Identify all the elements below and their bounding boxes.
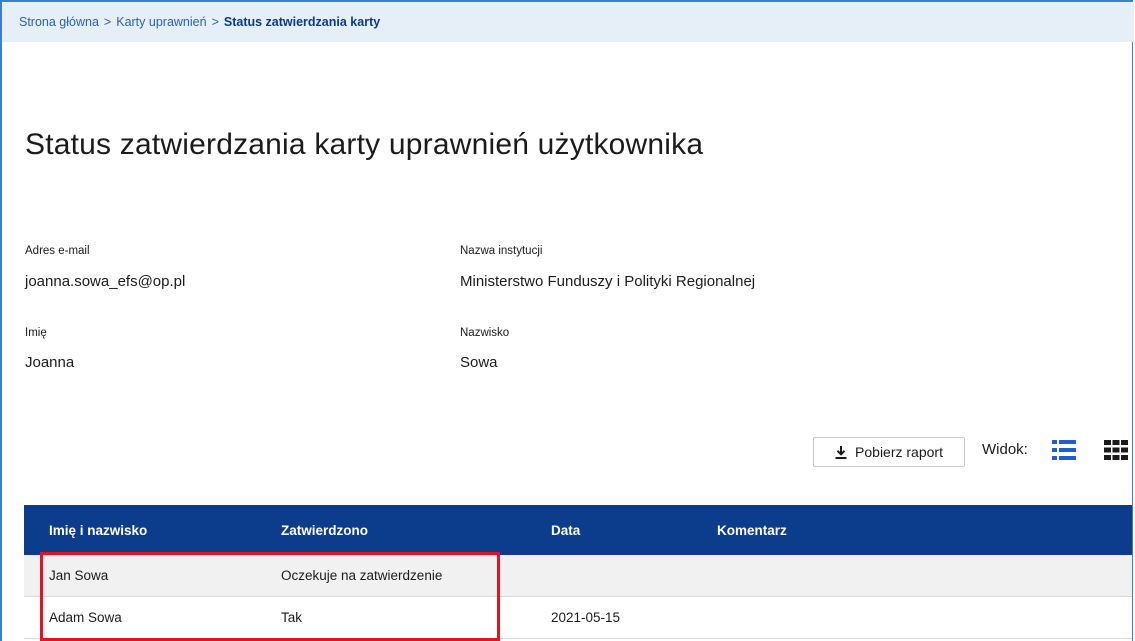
breadcrumb-separator: > <box>211 15 219 29</box>
breadcrumb-home-link[interactable]: Strona główna <box>19 15 99 29</box>
breadcrumb-separator: > <box>103 15 112 29</box>
institution-label: Nazwa instytucji <box>460 245 543 257</box>
email-label: Adres e-mail <box>25 245 90 257</box>
cell-name: Adam Sowa <box>24 596 281 639</box>
cell-comment <box>717 596 1132 639</box>
download-report-label: Pobierz raport <box>855 444 943 460</box>
column-header-approved[interactable]: Zatwierdzono <box>281 505 551 555</box>
breadcrumb-cards-link[interactable]: Karty uprawnień <box>116 15 206 29</box>
column-header-date[interactable]: Data <box>551 505 717 555</box>
institution-value: Ministerstwo Funduszy i Polityki Regiona… <box>460 273 756 290</box>
cell-name: Jan Sowa <box>24 555 281 597</box>
breadcrumb-current: Status zatwierdzania karty <box>223 15 381 29</box>
column-header-name[interactable]: Imię i nazwisko <box>24 505 281 555</box>
cell-date: 2021-05-15 <box>551 596 717 639</box>
download-report-button[interactable]: Pobierz raport <box>813 437 965 467</box>
email-value: joanna.sowa_efs@op.pl <box>25 273 186 290</box>
list-view-icon[interactable] <box>1052 440 1076 460</box>
view-label: Widok: <box>982 441 1028 458</box>
page-title: Status zatwierdzania karty uprawnień uży… <box>25 128 704 161</box>
cell-approved: Oczekuje na zatwierdzenie <box>281 555 551 597</box>
table-header-row: Imię i nazwisko Zatwierdzono Data Koment… <box>24 505 1132 555</box>
download-icon <box>835 445 847 459</box>
last-name-value: Sowa <box>460 354 498 371</box>
breadcrumb: Strona główna > Karty uprawnień > Status… <box>2 2 1134 42</box>
last-name-label: Nazwisko <box>460 327 510 339</box>
cell-comment <box>717 555 1132 597</box>
table-row[interactable]: Adam Sowa Tak 2021-05-15 <box>24 596 1132 639</box>
column-header-comment[interactable]: Komentarz <box>717 505 1132 555</box>
approval-status-table: Imię i nazwisko Zatwierdzono Data Koment… <box>24 505 1132 639</box>
first-name-label: Imię <box>25 327 47 339</box>
first-name-value: Joanna <box>25 354 75 371</box>
cell-date <box>551 555 717 597</box>
table-row[interactable]: Jan Sowa Oczekuje na zatwierdzenie <box>24 555 1132 597</box>
grid-view-icon[interactable] <box>1104 440 1128 460</box>
cell-approved: Tak <box>281 596 551 639</box>
